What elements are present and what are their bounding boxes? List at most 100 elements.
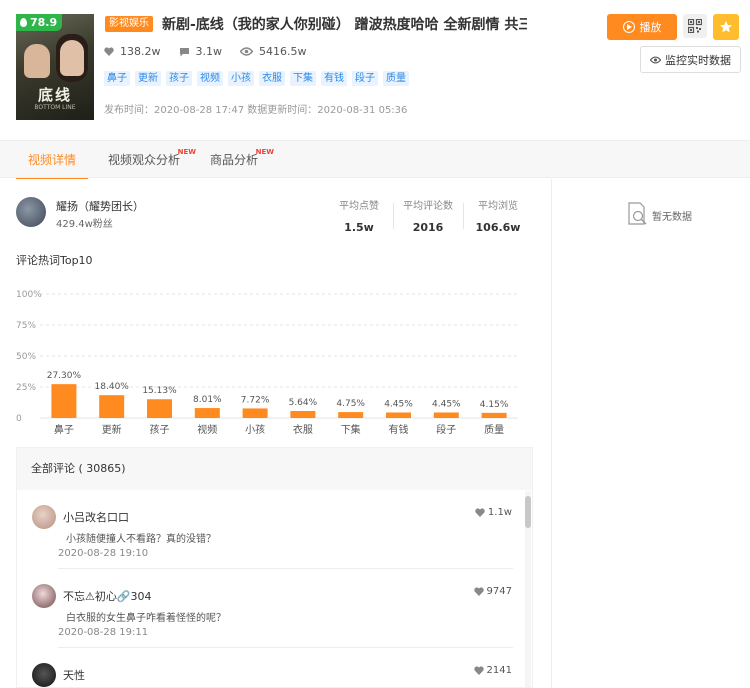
new-badge: NEW: [255, 148, 275, 156]
keyword-tag[interactable]: 段子: [352, 71, 378, 86]
comment-likes: 1.1w: [475, 507, 512, 518]
comment-likes-count: 2141: [486, 665, 512, 676]
qr-code-button[interactable]: [683, 14, 707, 38]
monitor-realtime-button[interactable]: 监控实时数据: [640, 46, 741, 73]
video-header: 底线 BOTTOM LINE 78.9 影视娱乐 新剧-底线（我的家人你别碰） …: [0, 0, 750, 140]
cover-subtitle: BOTTOM LINE: [34, 104, 76, 111]
no-data-icon: [628, 202, 647, 225]
bar[interactable]: [386, 412, 411, 418]
bar[interactable]: [194, 408, 220, 418]
bar[interactable]: [481, 412, 507, 418]
video-stats: 138.2w 3.1w 5416.5w: [104, 45, 325, 58]
no-data-label: 暂无数据: [652, 211, 692, 223]
video-title: 新剧-底线（我的家人你别碰） 蹭波热度哈哈 全新剧情 共三集 @…: [162, 17, 527, 33]
comment-likes-count: 9747: [486, 586, 512, 597]
comment-user[interactable]: 天性: [63, 667, 85, 683]
eye-icon: [240, 47, 253, 56]
comment-likes-count: 1.1w: [487, 507, 512, 518]
heart-icon: [104, 47, 114, 56]
heart-icon: [473, 587, 484, 596]
comments-count: 3.1w: [195, 45, 223, 58]
comment-text: 白衣服的女生鼻子咋看着怪怪的呢？: [66, 613, 226, 624]
score-badge: 78.9: [16, 14, 63, 31]
tab-label: 视频观众分析: [108, 153, 181, 167]
keyword-tag[interactable]: 质量: [383, 71, 409, 86]
x-tick-label: 段子: [436, 423, 456, 436]
bar[interactable]: [433, 412, 459, 418]
keyword-tag[interactable]: 有钱: [321, 71, 347, 86]
star-icon: [720, 21, 732, 33]
video-details-panel: 耀扬（耀势团长） 429.4w粉丝 平均点赞 1.5w 平均评论数 2016 平…: [0, 179, 551, 688]
y-tick-label: 50%: [16, 352, 36, 362]
keyword-tag[interactable]: 孩子: [166, 71, 192, 86]
x-tick-label: 下集: [341, 423, 361, 436]
keyword-tag[interactable]: 小孩: [228, 71, 254, 86]
comments-stat: 3.1w: [179, 45, 223, 58]
comment-likes: 2141: [473, 665, 512, 676]
author-avatar[interactable]: [16, 197, 46, 227]
cover-person-right: [60, 40, 84, 76]
cover-person-left: [24, 44, 50, 78]
scrollbar-thumb[interactable]: [525, 496, 531, 528]
bar[interactable]: [99, 395, 125, 418]
bar[interactable]: [51, 384, 77, 418]
keyword-tag[interactable]: 更新: [135, 71, 161, 86]
keyword-tag[interactable]: 下集: [290, 71, 316, 86]
x-tick-label: 有钱: [389, 423, 409, 436]
tab-audience-analysis[interactable]: 视频观众分析 NEW: [108, 141, 196, 179]
tab-product-analysis[interactable]: 商品分析 NEW: [210, 141, 274, 179]
bar-value-label: 7.72%: [241, 395, 270, 405]
bar-value-label: 27.30%: [47, 371, 82, 381]
monitor-label: 监控实时数据: [665, 53, 731, 67]
bar[interactable]: [147, 399, 172, 418]
keyword-tag[interactable]: 衣服: [259, 71, 285, 86]
tab-label: 视频详情: [28, 153, 77, 167]
qr-code-icon: [688, 19, 702, 33]
x-tick-label: 质量: [484, 424, 504, 436]
x-tick-label: 视频: [197, 423, 217, 436]
bar[interactable]: [338, 412, 364, 418]
favorite-button[interactable]: [713, 14, 739, 40]
likes-count: 138.2w: [120, 45, 161, 58]
play-label: 播放: [639, 21, 662, 34]
comment-date: 2020-08-28 19:10: [58, 548, 149, 559]
comment-user[interactable]: 小吕改名口口: [63, 509, 129, 525]
play-button[interactable]: 播放: [607, 14, 677, 40]
eye-icon: [650, 55, 661, 64]
keyword-tags: 鼻子 更新 孩子 视频 小孩 衣服 下集 有钱 段子 质量: [104, 71, 409, 86]
divider: [58, 647, 513, 648]
bar[interactable]: [290, 411, 316, 418]
y-tick-label: 25%: [16, 383, 36, 393]
flame-icon: [20, 18, 27, 27]
avg-comments: 平均评论数 2016: [393, 197, 463, 234]
bar-value-label: 4.75%: [336, 399, 365, 409]
score-value: 78.9: [30, 16, 58, 29]
author-name[interactable]: 耀扬（耀势团长）: [56, 198, 144, 214]
bar[interactable]: [242, 408, 268, 418]
comment-date: 2020-08-28 19:11: [58, 627, 149, 638]
heart-icon: [473, 666, 484, 675]
publish-update-times: 发布时间：2020-08-28 17:47 数据更新时间：2020-08-31 …: [104, 105, 408, 116]
comment-icon: [179, 47, 189, 56]
avg-views: 平均浏览 106.6w: [463, 197, 533, 234]
keyword-tag[interactable]: 鼻子: [104, 71, 130, 86]
avatar[interactable]: [32, 584, 56, 608]
comments-panel: 全部评论 ( 30865) 小吕改名口口 1.1w 小孩随便撞人不看路？真的没错…: [16, 447, 533, 688]
tab-video-details[interactable]: 视频详情: [15, 141, 89, 180]
y-tick-label: 100%: [16, 290, 42, 300]
comment-user[interactable]: 不忘⚠初心🔗304: [63, 588, 152, 604]
comment-keywords-chart: 0 25% 50% 75% 100% 27.30% 鼻子 18.40% 更新 15.13% 孩子 8.…: [16, 290, 518, 436]
avatar[interactable]: [32, 505, 56, 529]
avg-views-label: 平均浏览: [478, 201, 518, 212]
avg-views-value: 106.6w: [475, 221, 521, 234]
play-icon: [622, 21, 635, 33]
y-tick-label: 75%: [16, 321, 36, 331]
x-tick-label: 小孩: [245, 423, 265, 436]
keyword-tag[interactable]: 视频: [197, 71, 223, 86]
bar-value-label: 4.45%: [384, 399, 413, 409]
comments-scrollbar[interactable]: [525, 491, 531, 687]
avg-comments-label: 平均评论数: [403, 201, 453, 212]
cover-title: 底线: [37, 86, 72, 104]
avatar[interactable]: [32, 663, 56, 687]
avg-likes: 平均点赞 1.5w: [324, 197, 394, 234]
